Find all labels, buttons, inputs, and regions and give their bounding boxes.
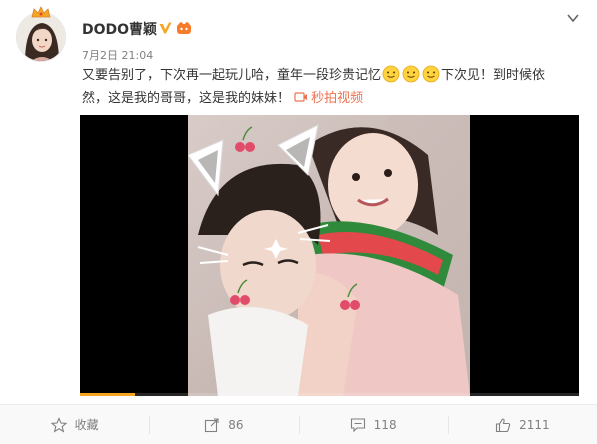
post-line-1: 又要告别了，下次再一起玩儿哈，童年一段珍贵记忆 下次见！到时候依	[82, 64, 582, 87]
favorite-label: 收藏	[74, 418, 99, 432]
smiley-emoji-icon	[402, 65, 420, 83]
smiley-emoji-icon	[382, 65, 400, 83]
vip-member-icon[interactable]	[176, 21, 192, 35]
star-icon	[50, 416, 67, 433]
verified-badge-icon	[159, 22, 172, 34]
repost-count: 86	[228, 417, 244, 432]
post-text-part-1: 又要告别了，下次再一起玩儿哈，童年一段珍贵记忆	[82, 68, 382, 83]
video-progress-fill	[80, 393, 135, 396]
thumbs-up-icon	[496, 417, 511, 432]
comment-icon	[350, 417, 365, 432]
post-content: 又要告别了，下次再一起玩儿哈，童年一段珍贵记忆 下次见！到时候依 然，这是我的哥哥…	[82, 64, 582, 110]
avatar[interactable]	[16, 12, 66, 62]
repost-icon	[205, 417, 219, 432]
video-link[interactable]: 秒拍视频	[294, 91, 363, 106]
video-link-label: 秒拍视频	[311, 91, 364, 106]
action-bar: 收藏 86 118 2111	[0, 404, 597, 444]
video-progress-bar[interactable]	[80, 393, 579, 396]
video-icon	[294, 92, 308, 102]
like-button[interactable]: 2111	[447, 405, 597, 444]
comment-button[interactable]: 118	[298, 405, 448, 444]
smiley-emoji-icon	[422, 65, 440, 83]
video-player[interactable]	[80, 115, 579, 396]
crown-icon	[31, 6, 51, 18]
video-frame	[188, 115, 470, 396]
avatar-photo	[17, 13, 65, 61]
post-text-part-2: 下次见！到时候依	[441, 68, 546, 83]
post-line-2: 然，这是我的哥哥，这是我的妹妹！ 秒拍视频	[82, 87, 582, 110]
comment-count: 118	[373, 417, 397, 432]
video-still-image	[188, 115, 470, 396]
weibo-post-card: DODO曹颖 7月2日 21:04 又要告别了，下次再一起玩儿哈，童年一段珍贵记…	[0, 0, 597, 444]
post-date: 7月2日	[82, 49, 118, 62]
post-time: 21:04	[121, 49, 154, 62]
favorite-button[interactable]: 收藏	[0, 405, 149, 444]
post-text-part-3: 然，这是我的哥哥，这是我的妹妹！	[82, 91, 291, 106]
post-timestamp[interactable]: 7月2日 21:04	[82, 47, 153, 63]
chevron-down-icon[interactable]	[566, 12, 580, 24]
like-count: 2111	[519, 417, 550, 432]
username[interactable]: DODO曹颖	[82, 19, 157, 39]
repost-button[interactable]: 86	[149, 405, 298, 444]
